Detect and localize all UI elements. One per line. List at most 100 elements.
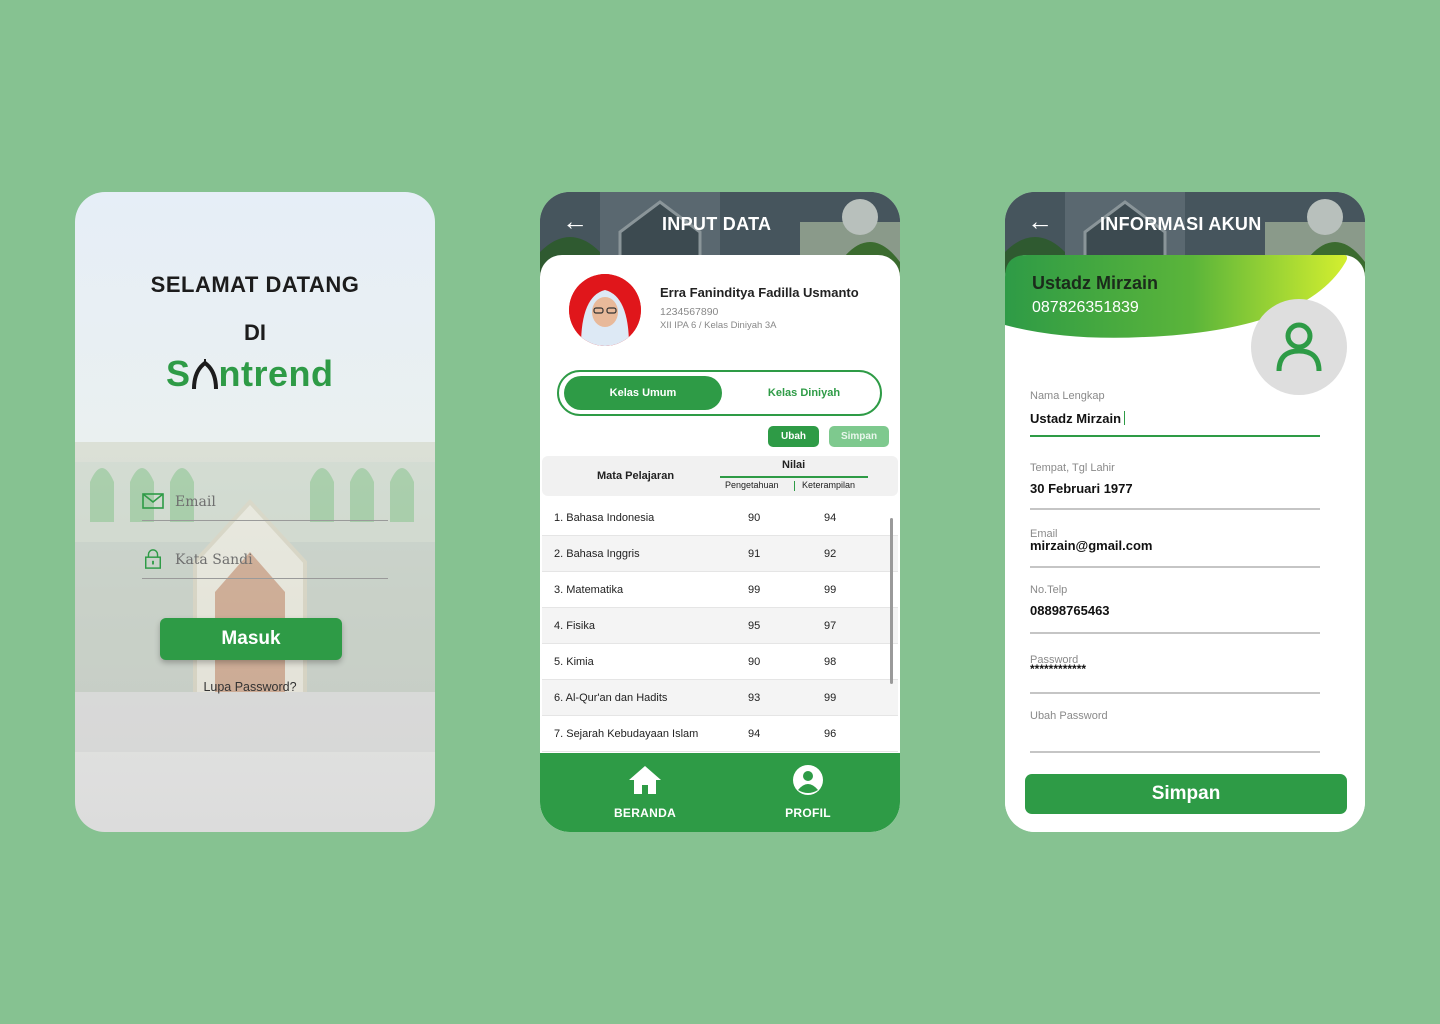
nav-beranda[interactable]: BERANDA (595, 763, 695, 820)
cell-subject: 3. Matematika (554, 584, 624, 596)
table-row[interactable]: 2. Bahasa Inggris 91 92 (542, 536, 898, 572)
cell-pengetahuan: 90 (748, 512, 761, 524)
login-screen: SELAMAT DATANG DI S ntrend Masuk Lupa Pa… (75, 192, 435, 832)
password-field[interactable] (142, 545, 388, 579)
page-title: INPUT DATA (662, 214, 772, 234)
cell-subject: 5. Kimia (554, 656, 594, 668)
nama-value[interactable]: Ustadz Mirzain (1030, 411, 1320, 426)
email-value: mirzain@gmail.com (1030, 538, 1153, 553)
cell-subject: 1. Bahasa Indonesia (554, 512, 655, 524)
nama-text: Ustadz Mirzain (1030, 411, 1122, 426)
mail-icon (142, 493, 164, 509)
email-field[interactable] (142, 487, 388, 521)
telp-field[interactable]: No.Telp 08898765463 (1030, 584, 1320, 636)
dome-icon (191, 359, 218, 389)
back-arrow-icon[interactable]: ← (562, 208, 590, 234)
student-photo (569, 274, 641, 346)
welcome-heading: SELAMAT DATANG (150, 272, 360, 297)
password-value: ************ (1030, 662, 1087, 676)
cell-subject: 2. Bahasa Inggris (554, 548, 640, 560)
ubah-password-label: Ubah Password (1030, 710, 1108, 722)
account-info-screen: ← INFORMASI AKUN Ustadz Mirzain 08782635… (1005, 192, 1365, 832)
nav-profil[interactable]: PROFIL (758, 763, 858, 820)
cell-keterampilan: 97 (824, 620, 837, 632)
col-subject: Mata Pelajaran (597, 470, 675, 482)
class-tabs: Kelas Umum Kelas Diniyah (557, 370, 882, 416)
santrend-logo: S ntrend (166, 352, 346, 396)
table-row[interactable]: 3. Matematika 99 99 (542, 572, 898, 608)
input-data-screen: ← INPUT DATA Erra Faninditya Fadilla Usm… (540, 192, 900, 832)
cell-keterampilan: 99 (824, 692, 837, 704)
cell-pengetahuan: 93 (748, 692, 761, 704)
student-class: XII IPA 6 / Kelas Diniyah 3A (660, 320, 777, 331)
ubah-password-field[interactable]: Ubah Password (1030, 710, 1320, 754)
cell-pengetahuan: 94 (748, 728, 761, 740)
cell-pengetahuan: 90 (748, 656, 761, 668)
page-title: INFORMASI AKUN (1100, 214, 1262, 234)
table-row[interactable]: 1. Bahasa Indonesia 90 94 (542, 500, 898, 536)
scrollbar[interactable] (890, 518, 893, 684)
save-button-disabled[interactable]: Simpan (829, 426, 889, 447)
logo-letter-s: S (166, 353, 191, 394)
login-button[interactable]: Masuk (160, 618, 342, 660)
password-input[interactable] (175, 547, 375, 573)
ttl-underline (1030, 508, 1320, 510)
cell-keterampilan: 99 (824, 584, 837, 596)
ttl-field[interactable]: Tempat, Tgl Lahir 30 Februari 1977 (1030, 462, 1320, 512)
grades-table-header: Mata Pelajaran Nilai Pengetahuan Keteram… (542, 456, 898, 496)
table-row[interactable]: 6. Al-Qur'an dan Hadits 93 99 (542, 680, 898, 716)
telp-value: 08898765463 (1030, 603, 1110, 618)
col-keterampilan: Keterampilan (802, 480, 856, 490)
nav-beranda-label: BERANDA (613, 806, 677, 820)
text-cursor (1124, 411, 1126, 425)
ubah-password-underline (1030, 751, 1320, 753)
forgot-password-link[interactable]: Lupa Password? (75, 680, 425, 694)
col-nilai: Nilai (782, 459, 806, 471)
grades-table-body: 1. Bahasa Indonesia 90 94 2. Bahasa Inggri… (542, 500, 898, 753)
cell-keterampilan: 94 (824, 512, 837, 524)
telp-label: No.Telp (1030, 584, 1068, 596)
nama-label: Nama Lengkap (1030, 390, 1105, 402)
table-row[interactable]: 7. Sejarah Kebudayaan Islam 94 96 (542, 716, 898, 752)
welcome-di: DI (244, 320, 266, 345)
nama-lengkap-field[interactable]: Nama Lengkap Ustadz Mirzain (1030, 390, 1320, 438)
password-underline (1030, 692, 1320, 694)
back-arrow-icon[interactable]: ← (1027, 208, 1055, 234)
cell-subject: 7. Sejarah Kebudayaan Islam (554, 728, 699, 740)
table-row[interactable]: 4. Fisika 95 97 (542, 608, 898, 644)
student-name: Erra Faninditya Fadilla Usmanto (660, 285, 859, 300)
account-phone: 087826351839 (1032, 299, 1139, 316)
nama-underline (1030, 435, 1320, 437)
email-input[interactable] (175, 489, 375, 515)
tab-kelas-diniyah[interactable]: Kelas Diniyah (729, 376, 879, 410)
nav-profil-label: PROFIL (785, 806, 831, 820)
cell-keterampilan: 98 (824, 656, 837, 668)
user-icon (1276, 322, 1322, 372)
header-divider (720, 476, 868, 478)
student-id: 1234567890 (660, 306, 719, 318)
account-name: Ustadz Mirzain (1032, 273, 1159, 293)
save-button[interactable]: Simpan (1025, 774, 1347, 814)
ttl-label: Tempat, Tgl Lahir (1030, 462, 1115, 474)
col-pengetahuan: Pengetahuan (725, 480, 779, 490)
cell-keterampilan: 96 (824, 728, 837, 740)
cell-pengetahuan: 91 (748, 548, 761, 560)
avatar[interactable] (1251, 299, 1347, 395)
telp-underline (1030, 632, 1320, 634)
logo-letters-rest: ntrend (218, 353, 334, 394)
password-account-field[interactable]: Password ************ (1030, 654, 1320, 696)
tab-kelas-umum[interactable]: Kelas Umum (564, 376, 722, 410)
email-underline (1030, 566, 1320, 568)
cell-keterampilan: 92 (824, 548, 837, 560)
bottom-navigation: BERANDA PROFIL (540, 753, 900, 832)
mosque-background-image (75, 442, 435, 752)
table-row[interactable]: 5. Kimia 90 98 (542, 644, 898, 680)
email-account-field[interactable]: Email mirzain@gmail.com (1030, 528, 1320, 570)
cell-subject: 6. Al-Qur'an dan Hadits (554, 692, 668, 704)
lock-icon (145, 549, 161, 569)
user-circle-icon (793, 765, 823, 795)
header-separator (794, 481, 795, 491)
edit-button[interactable]: Ubah (768, 426, 819, 447)
cell-pengetahuan: 99 (748, 584, 761, 596)
cell-pengetahuan: 95 (748, 620, 761, 632)
